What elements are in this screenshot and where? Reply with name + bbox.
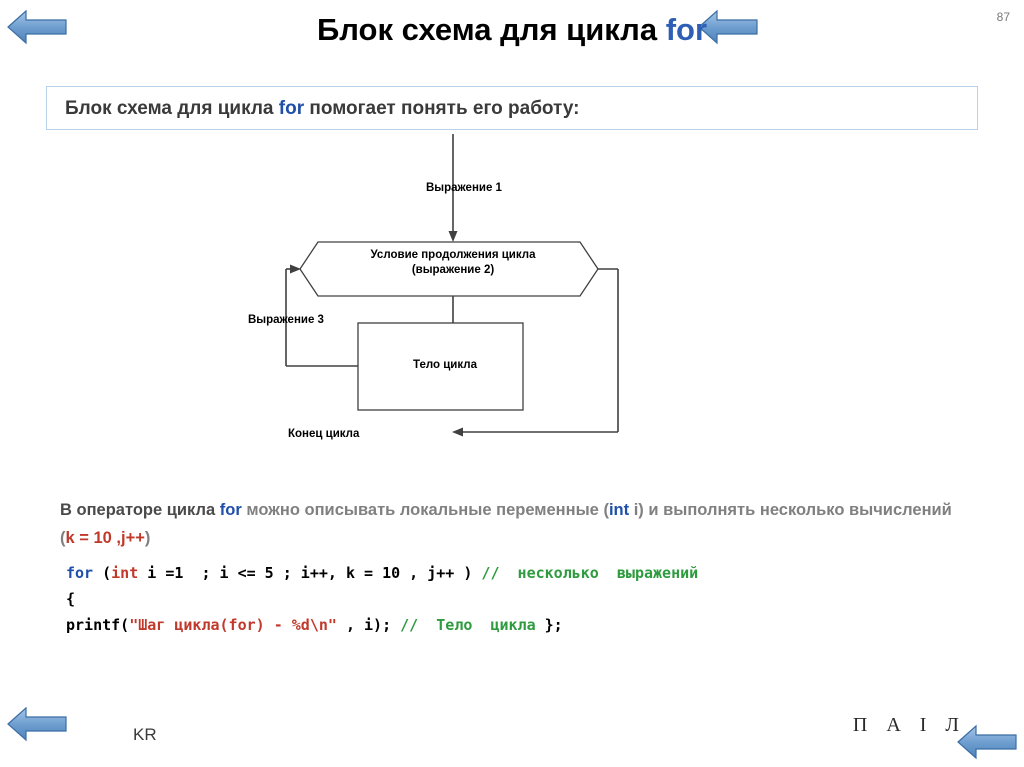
para-part-1: В операторе цикла (60, 501, 220, 519)
flowchart-graphics (285, 134, 619, 437)
condition-line-2: (выражение 2) (411, 264, 495, 276)
arrow-left-icon (957, 724, 1017, 760)
flowchart: Выражение 1 Выражение 3 Конец цикла Усло… (240, 130, 660, 470)
label-loop-end: Конец цикла (288, 428, 360, 440)
code-token-1-1: ( (102, 564, 112, 582)
arrowhead-back (290, 264, 301, 274)
slide: 87 Блок схема для цикла for Блок схема д… (0, 0, 1024, 767)
code-token-2-0: { (66, 590, 76, 608)
description-paragraph: В операторе цикла for можно описывать ло… (60, 496, 960, 552)
nav-next-bottom-right[interactable] (956, 723, 1018, 761)
nav-prev-bottom-left[interactable] (6, 705, 68, 743)
para-keyword-int: int (608, 501, 630, 519)
condition-node-text: Условие продолжения цикла (выражение 2) (308, 248, 598, 278)
body-node-text: Тело цикла (413, 359, 477, 371)
page-title-keyword: for (665, 12, 708, 47)
code-token-1-4: // несколько выражений (481, 564, 699, 582)
code-line-1: for (int i =1 ; i <= 5 ; i++, k = 10 , j… (66, 560, 986, 586)
arrowhead-exit (452, 427, 463, 437)
subtitle-post: помогает понять его работу: (304, 98, 580, 119)
para-part-4: ) (144, 529, 151, 547)
footer-left-text: KR (133, 725, 157, 744)
code-line-3: printf("Шаг цикла(for) - %d\n" , i); // … (66, 612, 986, 638)
condition-line-1: Условие продолжения цикла (370, 249, 536, 261)
code-block: for (int i =1 ; i <= 5 ; i++, k = 10 , j… (66, 560, 986, 638)
arrow-left-icon (7, 706, 67, 742)
code-line-2: { (66, 586, 986, 612)
code-token-1-0: for (66, 564, 103, 582)
subtitle-box: Блок схема для цикла for помогает понять… (46, 86, 978, 130)
code-token-3-4: }; (544, 616, 563, 634)
page-title: Блок схема для цикла for (0, 12, 1024, 48)
para-part-2: можно описывать локальные переменные ( (241, 501, 609, 519)
footer-right-text: П А І Л (852, 714, 966, 736)
code-token-1-3: i =1 ; i <= 5 ; i++, k = 10 , j++ ) (138, 564, 482, 582)
para-keyword-for: for (219, 501, 242, 519)
label-expression-3: Выражение 3 (248, 314, 324, 326)
subtitle-pre: Блок схема для цикла (65, 98, 279, 119)
label-expression-1: Выражение 1 (426, 182, 502, 194)
code-token-3-0: printf( (66, 616, 130, 634)
page-title-prefix: Блок схема для цикла (316, 12, 666, 47)
code-token-3-1: "Шаг цикла(for) - %d\n" (129, 616, 337, 634)
para-keyword-expr: k = 10 ,j++ (65, 529, 145, 547)
subtitle-keyword: for (278, 98, 305, 119)
code-token-1-2: int (111, 564, 139, 582)
code-token-3-2: , i); (336, 616, 401, 634)
arrowhead-entry (448, 231, 458, 242)
code-token-3-3: // Тело цикла (400, 616, 545, 634)
subtitle-text: Блок схема для цикла for помогает понять… (65, 98, 579, 120)
